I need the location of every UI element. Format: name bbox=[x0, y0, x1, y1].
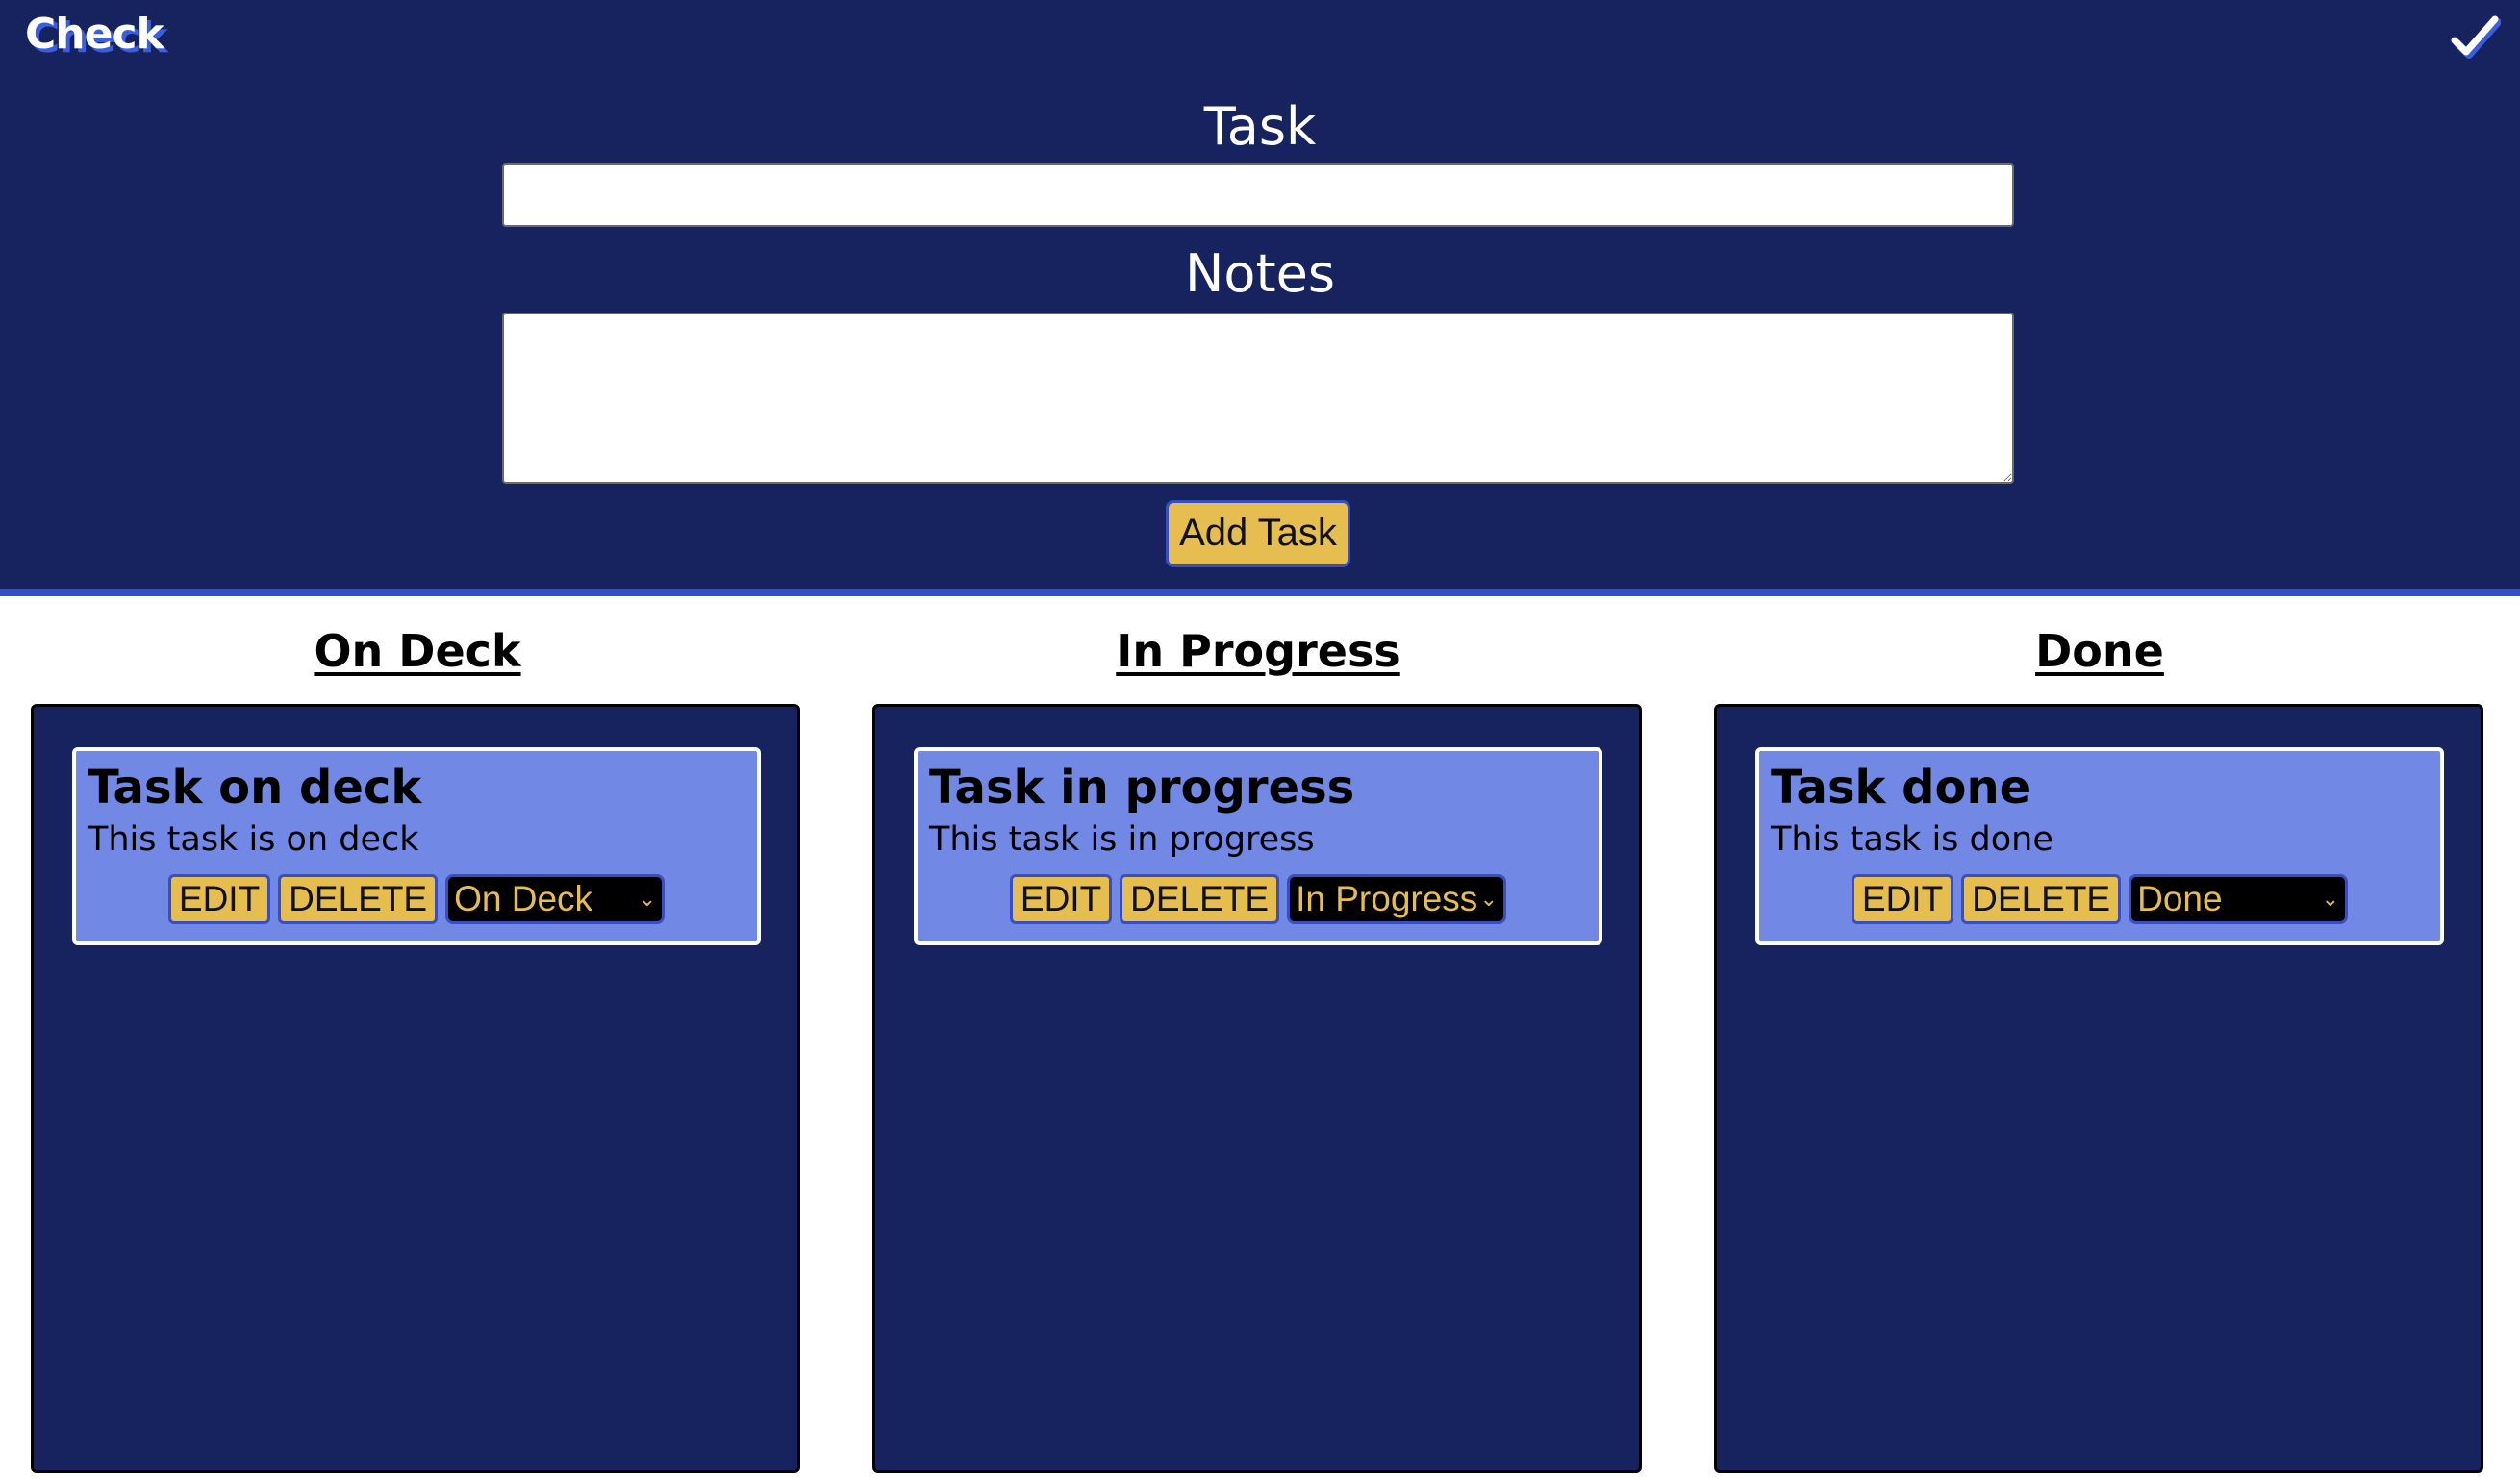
task-actions: EDIT DELETE Done ⌄ bbox=[1759, 874, 2440, 924]
status-select[interactable]: On Deck ⌄ bbox=[445, 874, 666, 924]
chevron-down-icon: ⌄ bbox=[1479, 887, 1499, 911]
status-select[interactable]: In Progress ⌄ bbox=[1287, 874, 1507, 924]
delete-button[interactable]: DELETE bbox=[1120, 874, 1280, 924]
status-select[interactable]: Done ⌄ bbox=[2129, 874, 2349, 924]
edit-button[interactable]: EDIT bbox=[167, 874, 271, 924]
header-divider bbox=[0, 589, 2520, 596]
task-notes: This task is in progress bbox=[929, 820, 1315, 859]
task-card: Task in progress This task is in progres… bbox=[914, 747, 1602, 945]
edit-button[interactable]: EDIT bbox=[1851, 874, 1954, 924]
status-select-value: On Deck bbox=[454, 879, 593, 918]
task-title: Task on deck bbox=[88, 761, 422, 815]
add-task-button[interactable]: Add Task bbox=[1166, 500, 1350, 567]
task-card: Task done This task is done EDIT DELETE … bbox=[1755, 747, 2444, 945]
status-select-value: Done bbox=[2137, 879, 2223, 918]
column-done: Task done This task is done EDIT DELETE … bbox=[1714, 704, 2483, 1473]
column-title-in-progress: In Progress bbox=[1116, 625, 1400, 677]
task-input[interactable] bbox=[502, 163, 2014, 227]
column-in-progress: Task in progress This task is in progres… bbox=[872, 704, 1642, 1473]
task-label: Task bbox=[1203, 96, 1317, 157]
column-title-done: Done bbox=[2035, 625, 2164, 677]
delete-button[interactable]: DELETE bbox=[278, 874, 439, 924]
task-actions: EDIT DELETE On Deck ⌄ bbox=[76, 874, 757, 924]
app-header: Check Task Notes Add Task bbox=[0, 0, 2520, 589]
task-title: Task in progress bbox=[929, 761, 1355, 815]
edit-button[interactable]: EDIT bbox=[1009, 874, 1113, 924]
notes-label: Notes bbox=[1185, 243, 1335, 304]
chevron-down-icon: ⌄ bbox=[638, 887, 657, 911]
status-select-value: In Progress bbox=[1296, 879, 1478, 918]
task-notes: This task is done bbox=[1771, 820, 2054, 859]
task-title: Task done bbox=[1771, 761, 2031, 815]
chevron-down-icon: ⌄ bbox=[2321, 887, 2340, 911]
checkmark-icon bbox=[2451, 15, 2501, 59]
delete-button[interactable]: DELETE bbox=[1961, 874, 2122, 924]
brand-logo[interactable]: Check bbox=[25, 10, 164, 59]
task-actions: EDIT DELETE In Progress ⌄ bbox=[918, 874, 1599, 924]
task-notes: This task is on deck bbox=[88, 820, 419, 859]
notes-textarea[interactable] bbox=[502, 313, 2014, 484]
column-on-deck: Task on deck This task is on deck EDIT D… bbox=[31, 704, 800, 1473]
task-card: Task on deck This task is on deck EDIT D… bbox=[72, 747, 761, 945]
column-title-on-deck: On Deck bbox=[314, 625, 521, 677]
